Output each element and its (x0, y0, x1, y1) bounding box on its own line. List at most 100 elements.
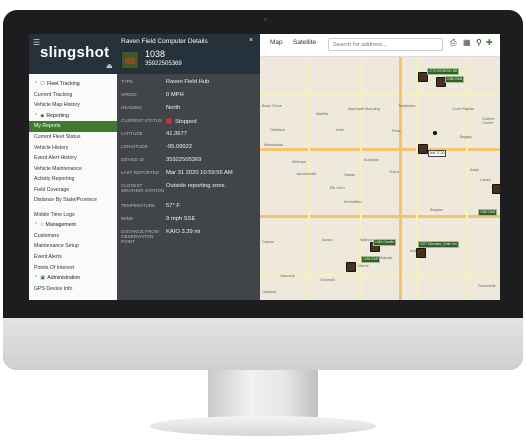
sidebar-item[interactable]: Mobile Time Logs (29, 210, 117, 221)
detail-value: 41.3677 (166, 131, 187, 137)
sidebar-item[interactable]: My Reports (29, 121, 117, 132)
sidebar-item[interactable]: Event Alert History (29, 153, 117, 164)
map-toolbar: Map Satellite ⎙ ▦ ⚲ ✚ (260, 34, 500, 57)
sidebar-item[interactable]: Field Coverage (29, 185, 117, 196)
sidebar-item[interactable]: Distance By State/Province (29, 196, 117, 210)
sidebar-item[interactable]: Current Fleet Status (29, 132, 117, 143)
map-view[interactable]: Map Satellite ⎙ ▦ ⚲ ✚ Buck Grove Manilla A… (260, 34, 500, 300)
vehicle-label[interactable]: 1060 Granite (373, 239, 397, 246)
sidebar-item[interactable]: Vehicle Map History (29, 100, 117, 111)
address-search-input[interactable] (328, 38, 443, 51)
close-icon[interactable]: × (249, 37, 253, 44)
chevron-up-icon: ⌃ (34, 275, 39, 282)
sidebar-item[interactable]: Vehicle Maintenance (29, 164, 117, 175)
monitor-stand-neck (208, 370, 318, 422)
road (466, 56, 468, 300)
logout-icon[interactable]: ⏏ (106, 62, 113, 70)
town-label: Jacksonville (296, 172, 317, 176)
detail-key: WIND (121, 216, 134, 221)
vehicle-icon (121, 51, 139, 69)
vehicle-label[interactable]: 1280 RAR (478, 209, 498, 216)
grid-icon[interactable]: ▦ (463, 38, 471, 47)
sidebar-section-label: Management (45, 222, 76, 229)
sidebar-menu: ⌃ ☐ Fleet Tracking Current Tracking Vehicle … (29, 79, 117, 294)
chevron-up-icon: ⌃ (34, 112, 39, 119)
detail-value: 35922505369 (166, 157, 202, 163)
vehicle-label[interactable]: 2770 RESERIC BR (427, 68, 460, 75)
road (260, 274, 500, 276)
chevron-up-icon: ⌃ (34, 222, 39, 229)
detail-value: Outside reporting zone. (166, 183, 227, 189)
detail-value: KAIO 3.39 mi (166, 229, 201, 235)
detail-key: LONGITUDE (121, 144, 148, 149)
detail-key: LAST REPORTED (121, 170, 160, 175)
sidebar-item[interactable]: Points Of Interest (29, 263, 117, 274)
section-icon: ◆ (40, 112, 45, 119)
sidebar-item[interactable]: Event Alerts (29, 252, 117, 263)
details-rows: TYPE Raven Field Hub SPEED 0 MPH HEADING Nort… (117, 78, 260, 248)
town-label: Bagley (460, 135, 472, 139)
detail-value: 57° F (166, 203, 180, 209)
sidebar-item[interactable]: Customers (29, 231, 117, 242)
town-label: Harlan (344, 173, 356, 177)
pin-icon[interactable]: ⚲ (476, 38, 482, 47)
town-label: Marne (358, 264, 369, 268)
sidebar-section[interactable]: ⌃ ○ Management (29, 220, 117, 231)
sidebar: ☰ slingshot ⏏ ⌃ ☐ Fleet Tracking Current Tr… (29, 34, 118, 300)
sidebar-section-label: Administration (47, 275, 81, 282)
sidebar-section[interactable]: ⌃ ☐ Fleet Tracking (29, 79, 117, 90)
detail-row: LATITUDE 41.3677 (117, 130, 260, 143)
town-label: Manilla (316, 112, 329, 116)
road (308, 56, 310, 300)
detail-value: North (166, 105, 181, 111)
map-dot (433, 131, 437, 135)
vehicle-label[interactable]: 2280 RAN (445, 76, 465, 83)
map-marker[interactable] (418, 144, 428, 154)
town-label: Oakland (262, 290, 277, 294)
sidebar-item[interactable]: Activity Reporting (29, 174, 117, 185)
map-marker[interactable] (492, 184, 500, 194)
sidebar-section[interactable]: ⌃ ◆ Reporting (29, 111, 117, 122)
details-header: Raven Field Computer Details × 1038 3592… (117, 34, 260, 74)
town-label: Westphalia (264, 143, 283, 147)
detail-key: CLOSEST WEATHER STATION (121, 183, 165, 193)
vehicle-label[interactable]: 3477 Woodsto_Grain Vol (418, 241, 459, 248)
tab-map[interactable]: Map (270, 39, 283, 46)
detail-row: WIND 9 mph SSE (117, 215, 260, 228)
vehicle-label[interactable]: NW TC30 (428, 150, 447, 157)
add-icon[interactable]: ✚ (486, 38, 493, 47)
sidebar-section-label: Reporting (46, 112, 69, 119)
detail-key: CURRENT STATUS (121, 118, 163, 123)
sidebar-item[interactable]: GPS Device Info (29, 284, 117, 295)
detail-key: HEADING (121, 105, 142, 110)
detail-key: SPEED (121, 92, 137, 97)
sidebar-item[interactable]: Maintenance Setup (29, 241, 117, 252)
sidebar-item[interactable]: Vehicle History (29, 143, 117, 154)
detail-row: TEMPERATURE 57° F (117, 202, 260, 215)
detail-row: CURRENT STATUS Stopped (117, 117, 260, 130)
town-label: Aspinwall Manning (348, 107, 380, 111)
sidebar-section-label: Fleet Tracking (47, 81, 80, 87)
road (260, 94, 500, 96)
detail-row: HEADING North (117, 104, 260, 117)
tab-satellite[interactable]: Satellite (293, 39, 316, 46)
town-label: Buck Grove (262, 104, 282, 108)
detail-row: LONGITUDE -95.09922 (117, 143, 260, 156)
town-label: Exira (390, 170, 399, 174)
brand-header: ☰ slingshot ⏏ (29, 34, 117, 74)
status-text: Stopped (175, 119, 197, 125)
map-marker[interactable] (416, 248, 426, 258)
town-label: Ross (392, 129, 401, 133)
monitor-camera (264, 18, 267, 21)
detail-row: LAST REPORTED Mar 31 2020 10:59:56 AM (117, 169, 260, 182)
sidebar-section[interactable]: ⌃ ▣ Administration (29, 273, 117, 284)
town-label: Audubon (364, 158, 380, 162)
layers-icon[interactable]: ⎙ (450, 38, 456, 48)
detail-value: 9 mph SSE (166, 216, 196, 222)
detail-key: DISTANCE FROM OBSERVATION POINT (121, 229, 159, 244)
map-marker[interactable] (346, 262, 356, 272)
detail-value: 0 MPH (166, 92, 184, 98)
app-screen: ☰ slingshot ⏏ ⌃ ☐ Fleet Tracking Current Tr… (29, 34, 500, 300)
sidebar-item[interactable]: Current Tracking (29, 90, 117, 101)
vehicle-label[interactable]: 1038 RAR (361, 256, 381, 263)
